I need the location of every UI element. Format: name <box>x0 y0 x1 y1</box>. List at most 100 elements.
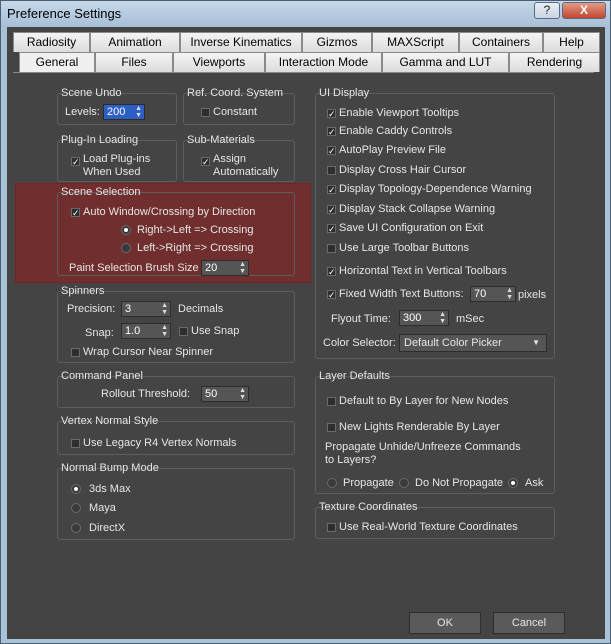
do-not-propagate-radio[interactable] <box>399 478 409 488</box>
color-selector-label: Color Selector: <box>323 337 396 349</box>
wrap-cursor-label: Wrap Cursor Near Spinner <box>83 346 214 358</box>
assign-label-1: Assign <box>213 153 247 165</box>
texture-coords-title: Texture Coordinates <box>319 501 418 513</box>
legacy-normals-label: Use Legacy R4 Vertex Normals <box>83 437 237 449</box>
constant-checkbox[interactable] <box>201 108 210 117</box>
brush-size-label: Paint Selection Brush Size <box>69 262 199 274</box>
spinner-arrows-icon[interactable]: ▲ ▼ <box>239 261 246 275</box>
tab-gizmos[interactable]: Gizmos <box>302 32 372 52</box>
use-snap-checkbox[interactable] <box>179 327 188 336</box>
legacy-normals-checkbox[interactable] <box>71 439 80 448</box>
horizontal-text-checkbox[interactable]: ✓ <box>327 267 336 277</box>
spinner-arrows-icon[interactable]: ▲ ▼ <box>135 105 142 119</box>
use-snap-label: Use Snap <box>191 325 240 337</box>
fixed-width-checkbox[interactable]: ✓ <box>327 290 336 300</box>
ask-radio[interactable] <box>508 478 518 488</box>
tab-animation[interactable]: Animation <box>90 32 180 52</box>
bump-3dsmax-radio[interactable] <box>71 484 81 494</box>
tab-general[interactable]: General <box>19 52 95 72</box>
snap-value: 1.0 <box>125 325 141 337</box>
fixed-width-spinner[interactable]: 70 ▲ ▼ <box>470 286 516 302</box>
snap-spinner[interactable]: 1.0 ▲ ▼ <box>121 323 171 339</box>
brush-size-spinner[interactable]: 20 ▲ ▼ <box>201 260 249 276</box>
pixels-label: pixels <box>518 289 547 301</box>
large-toolbar-checkbox[interactable] <box>327 244 336 253</box>
spinner-arrows-icon[interactable]: ▲ ▼ <box>439 311 446 325</box>
spinner-arrows-icon[interactable]: ▲ ▼ <box>161 302 168 316</box>
snap-label: Snap: <box>85 327 114 339</box>
spinner-arrows-icon[interactable]: ▲ ▼ <box>161 324 168 338</box>
assign-label-2: Automatically <box>213 166 279 178</box>
preference-settings-window: Preference Settings ? X Radiosity Animat… <box>0 0 611 644</box>
constant-label: Constant <box>213 106 258 118</box>
assign-automatically-checkbox[interactable]: ✓ <box>201 157 210 167</box>
load-plugins-checkbox[interactable]: ✓ <box>71 157 80 167</box>
flyout-time-spinner[interactable]: 300 ▲ ▼ <box>399 310 449 326</box>
load-plugins-label-1: Load Plug-ins <box>83 153 151 165</box>
topology-warning-label: Display Topology-Dependence Warning <box>339 183 532 195</box>
ok-button[interactable]: OK <box>409 612 481 634</box>
left-right-label: Left->Right => Crossing <box>137 242 254 254</box>
topology-warning-checkbox[interactable]: ✓ <box>327 185 336 195</box>
bump-directx-radio[interactable] <box>71 523 81 533</box>
precision-value: 3 <box>125 303 132 315</box>
bump-maya-radio[interactable] <box>71 503 81 513</box>
autoplay-preview-label: AutoPlay Preview File <box>339 144 446 156</box>
spinner-arrows-icon[interactable]: ▲ ▼ <box>506 287 513 301</box>
real-world-coords-label: Use Real-World Texture Coordinates <box>339 521 518 533</box>
default-by-layer-checkbox[interactable] <box>327 397 336 406</box>
tab-files[interactable]: Files <box>95 52 173 72</box>
stack-collapse-checkbox[interactable]: ✓ <box>327 205 336 215</box>
window-title: Preference Settings <box>7 6 122 21</box>
spinner-arrows-icon[interactable]: ▲ ▼ <box>239 387 246 401</box>
rollout-threshold-value: 50 <box>205 388 218 400</box>
wrap-cursor-checkbox[interactable] <box>71 348 80 357</box>
cancel-button[interactable]: Cancel <box>493 612 565 634</box>
cross-hair-cursor-label: Display Cross Hair Cursor <box>339 164 467 176</box>
close-button[interactable]: X <box>562 2 606 19</box>
levels-value: 200 <box>107 106 126 118</box>
tab-inverse-kinematics[interactable]: Inverse Kinematics <box>180 32 302 52</box>
tab-viewports[interactable]: Viewports <box>173 52 265 72</box>
real-world-coords-checkbox[interactable] <box>327 523 336 532</box>
precision-spinner[interactable]: 3 ▲ ▼ <box>121 301 171 317</box>
propagate-label: Propagate <box>343 477 394 489</box>
right-left-radio[interactable] <box>121 225 131 235</box>
tab-interaction-mode[interactable]: Interaction Mode <box>265 52 382 72</box>
brush-size-value: 20 <box>205 262 218 274</box>
new-lights-checkbox[interactable] <box>327 423 336 432</box>
tab-maxscript[interactable]: MAXScript <box>372 32 459 52</box>
tab-gamma-and-lut[interactable]: Gamma and LUT <box>382 52 509 72</box>
autoplay-preview-checkbox[interactable]: ✓ <box>327 146 336 156</box>
tab-help[interactable]: Help <box>543 32 600 52</box>
color-selector-dropdown[interactable]: Default Color Picker ▼ <box>399 334 547 352</box>
large-toolbar-label: Use Large Toolbar Buttons <box>339 242 470 254</box>
left-right-radio[interactable] <box>121 243 131 253</box>
default-by-layer-label: Default to By Layer for New Nodes <box>339 395 509 407</box>
levels-spinner[interactable]: 200 ▲ ▼ <box>103 104 145 120</box>
tab-radiosity[interactable]: Radiosity <box>13 32 90 52</box>
save-ui-config-checkbox[interactable]: ✓ <box>327 224 336 234</box>
help-button[interactable]: ? <box>534 2 560 19</box>
propagate-question-line1: Propagate Unhide/Unfreeze Commands <box>325 441 521 453</box>
ask-label: Ask <box>525 477 544 489</box>
cross-hair-cursor-checkbox[interactable] <box>327 166 336 175</box>
tab-rendering[interactable]: Rendering <box>509 52 600 72</box>
viewport-tooltips-checkbox[interactable]: ✓ <box>327 109 336 119</box>
fixed-width-label: Fixed Width Text Buttons: <box>339 288 464 300</box>
save-ui-config-label: Save UI Configuration on Exit <box>339 222 484 234</box>
caddy-controls-checkbox[interactable]: ✓ <box>327 127 336 137</box>
tab-containers[interactable]: Containers <box>459 32 543 52</box>
rollout-threshold-spinner[interactable]: 50 ▲ ▼ <box>201 386 249 402</box>
auto-window-checkbox[interactable]: ✓ <box>71 208 80 218</box>
stack-collapse-label: Display Stack Collapse Warning <box>339 203 496 215</box>
command-panel-title: Command Panel <box>61 370 143 382</box>
flyout-time-label: Flyout Time: <box>331 313 391 325</box>
do-not-propagate-label: Do Not Propagate <box>415 477 504 489</box>
rollout-threshold-label: Rollout Threshold: <box>101 388 191 400</box>
bump-3dsmax-label: 3ds Max <box>89 483 131 495</box>
vertex-normal-title: Vertex Normal Style <box>61 415 159 427</box>
propagate-radio[interactable] <box>327 478 337 488</box>
bump-directx-label: DirectX <box>89 522 126 534</box>
auto-window-label: Auto Window/Crossing by Direction <box>83 206 256 218</box>
